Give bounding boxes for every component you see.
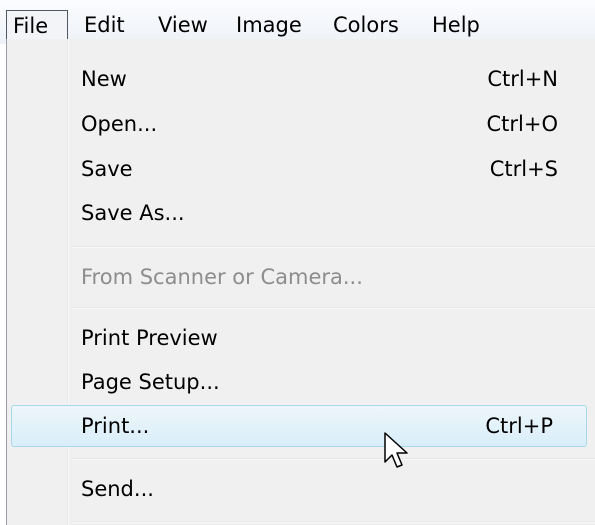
- file-menu-dropdown: New Ctrl+N Open... Ctrl+O Save Ctrl+S Sa…: [6, 39, 595, 525]
- menu-help[interactable]: Help: [432, 10, 480, 40]
- menu-item-label: Page Setup...: [81, 370, 220, 394]
- menu-item-send[interactable]: Send...: [7, 468, 595, 510]
- arrow-pointer-icon: [384, 432, 408, 468]
- menu-item-label: Save As...: [81, 201, 185, 225]
- menu-item-label: Open...: [81, 112, 158, 136]
- menu-item-save[interactable]: Save Ctrl+S: [7, 148, 595, 190]
- menu-item-shortcut: Ctrl+P: [485, 414, 553, 438]
- menu-item-label: Print...: [81, 414, 150, 438]
- menu-item-open[interactable]: Open... Ctrl+O: [7, 103, 595, 145]
- menu-colors[interactable]: Colors: [333, 10, 399, 40]
- menu-item-label: New: [81, 67, 127, 91]
- menu-item-print[interactable]: Print... Ctrl+P: [11, 405, 587, 447]
- menu-item-shortcut: Ctrl+S: [489, 157, 558, 181]
- menu-item-label: Print Preview: [81, 326, 218, 350]
- menu-file[interactable]: File: [6, 10, 68, 40]
- menu-item-page-setup[interactable]: Page Setup...: [7, 361, 595, 403]
- menu-item-from-scanner: From Scanner or Camera...: [7, 256, 595, 298]
- menu-item-new[interactable]: New Ctrl+N: [7, 58, 595, 100]
- menu-view[interactable]: View: [158, 10, 208, 40]
- menu-separator: [71, 458, 595, 460]
- menu-item-label: Send...: [81, 477, 154, 501]
- menu-separator: [71, 521, 595, 523]
- menu-separator: [71, 307, 595, 309]
- menu-edit[interactable]: Edit: [84, 10, 125, 40]
- menu-item-label: From Scanner or Camera...: [81, 265, 363, 289]
- menu-item-print-preview[interactable]: Print Preview: [7, 317, 595, 359]
- menu-bar: File Edit View Image Colors Help: [0, 0, 595, 44]
- screen: File Edit View Image Colors Help New Ctr…: [0, 0, 595, 525]
- menu-item-shortcut: Ctrl+O: [486, 112, 559, 136]
- menu-item-save-as[interactable]: Save As...: [7, 192, 595, 234]
- menu-image[interactable]: Image: [236, 10, 302, 40]
- menu-item-shortcut: Ctrl+N: [487, 67, 558, 91]
- menu-separator: [71, 246, 595, 248]
- menu-item-label: Save: [81, 157, 133, 181]
